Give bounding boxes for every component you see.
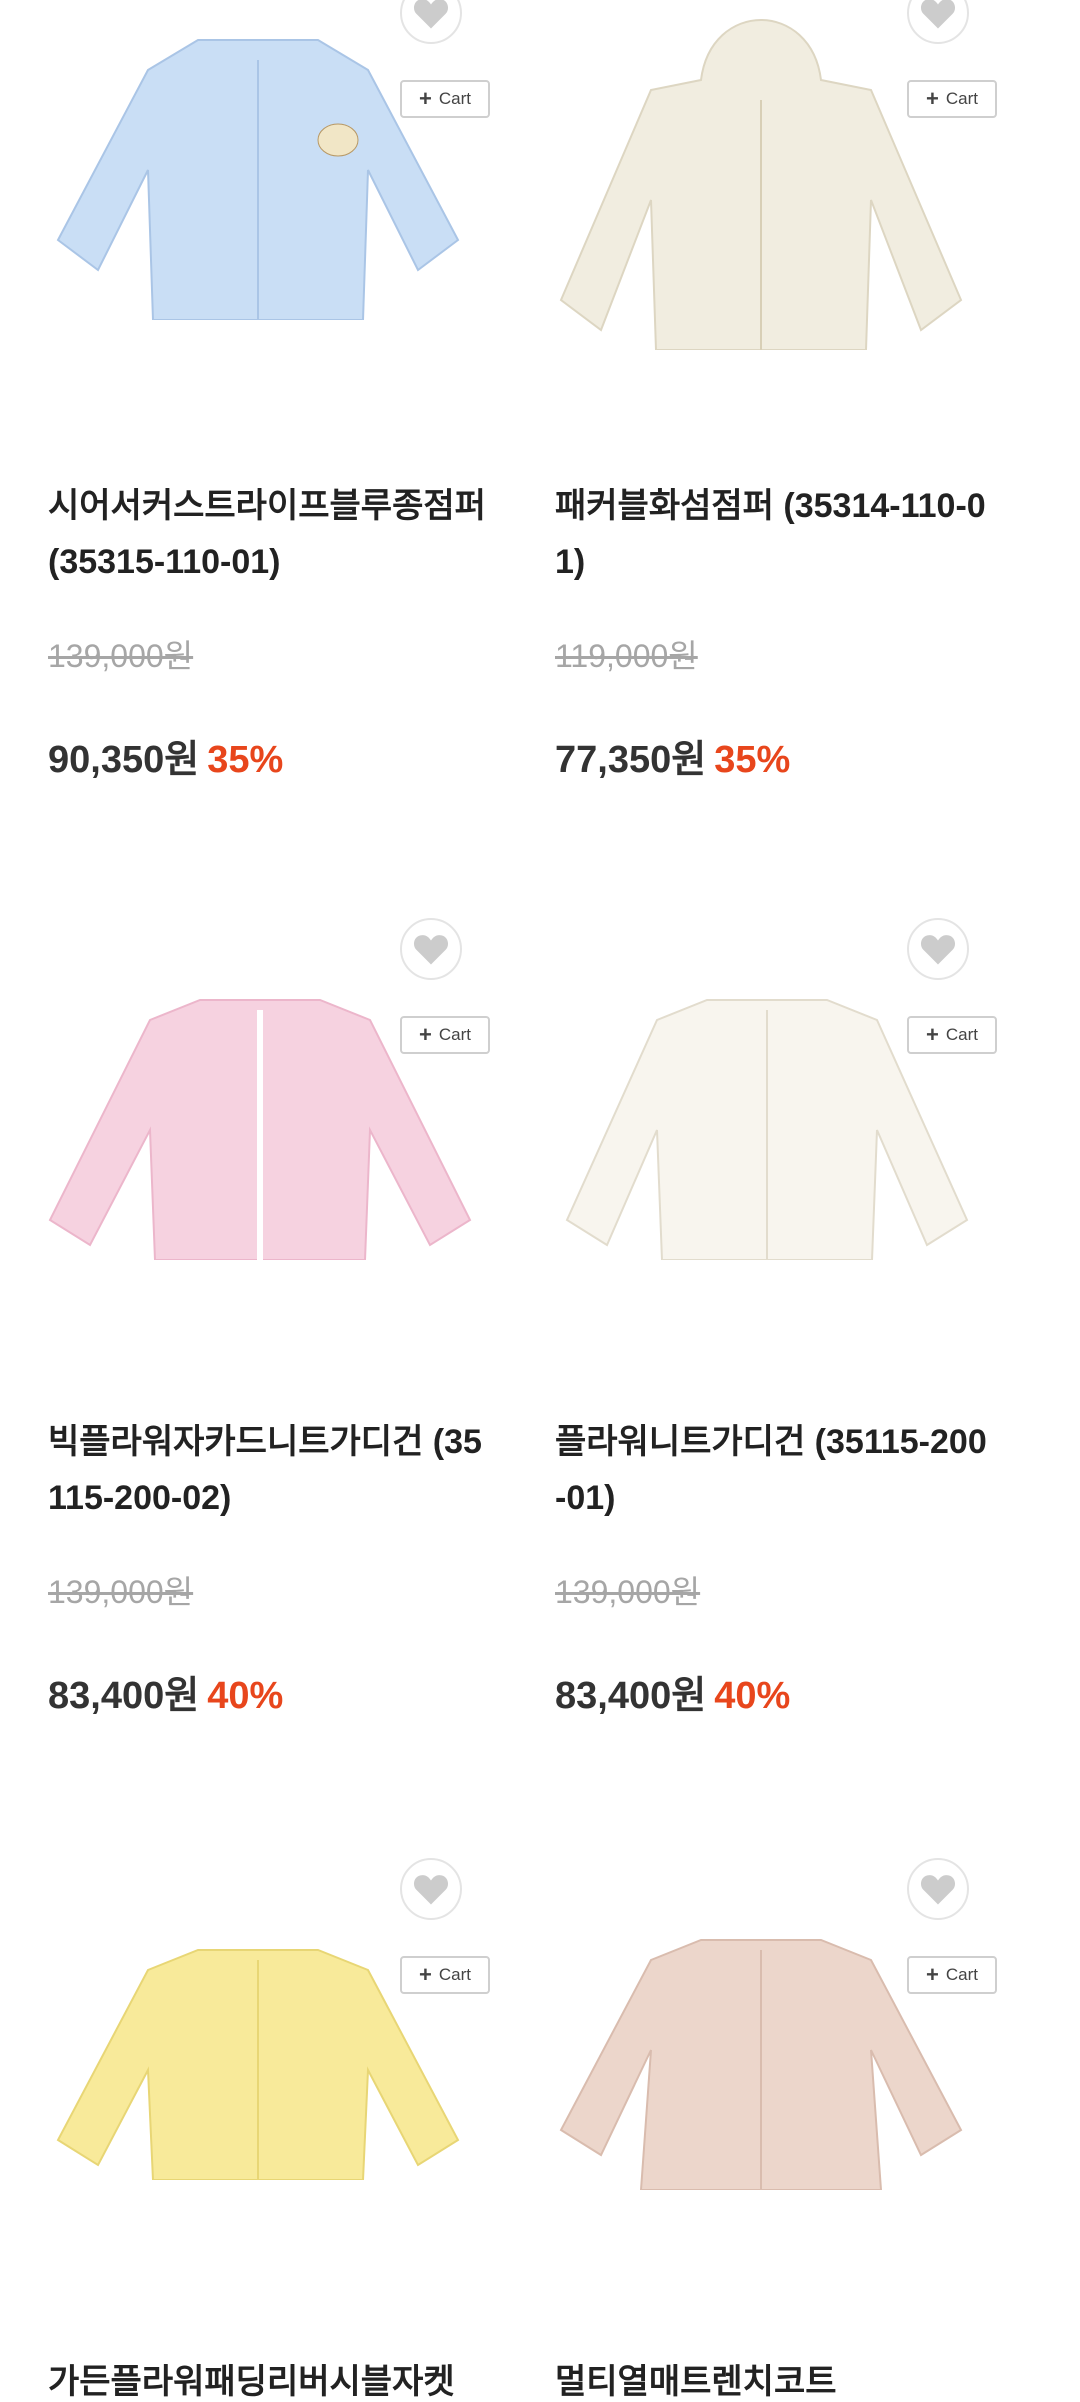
cart-button-label: Cart [945,89,978,108]
heart-icon [920,1875,956,1905]
wishlist-heart-button[interactable] [400,918,462,980]
product-card[interactable]: + Cart 시어서커스트라이프블루종점퍼 (35315-110-01) 139,… [0,0,507,900]
plus-icon: + [926,1022,939,1047]
garment-patch [317,123,359,157]
sale-price-row: 77,350원 35% [555,728,790,783]
product-name[interactable]: 가든플라워패딩리버시블자켓 [48,2354,488,2402]
cart-button-label: Cart [945,1025,978,1044]
sale-price-row: 83,400원 40% [555,1664,790,1719]
original-price: 139,000원 [48,1574,194,1610]
discount-rate: 35% [714,739,791,781]
product-image[interactable]: + Cart [507,900,1014,1320]
product-image[interactable]: + Cart [0,900,507,1320]
product-name[interactable]: 시어서커스트라이프블루종점퍼 (35315-110-01) [48,478,488,590]
product-name[interactable]: 빅플라워자카드니트가디건 (35115-200-02) [48,1414,488,1526]
sale-price: 83,400원 [48,1675,200,1717]
original-price: 139,000원 [555,1574,701,1610]
original-price: 119,000원 [555,638,698,674]
cart-button-label: Cart [438,1965,471,1984]
jacket-image [559,19,963,350]
heart-icon [413,0,449,29]
add-to-cart-button[interactable]: + Cart [907,1956,997,1994]
product-image[interactable]: + Cart [0,0,507,420]
plus-icon: + [926,1962,939,1987]
discount-rate: 40% [207,1675,284,1717]
sale-price: 90,350원 [48,739,200,781]
sale-price: 83,400원 [555,1675,707,1717]
cart-button-label: Cart [945,1965,978,1984]
sale-price-row: 83,400원 40% [48,1664,283,1719]
discount-rate: 40% [714,1675,791,1717]
plus-icon: + [926,86,939,111]
heart-icon [920,0,956,29]
add-to-cart-button[interactable]: + Cart [400,80,490,118]
product-card[interactable]: + Cart 패커블화섬점퍼 (35314-110-01) 119,000원 77… [507,0,1014,900]
jacket-image [56,39,460,320]
product-image[interactable]: + Cart [507,0,1014,420]
plus-icon: + [419,86,432,111]
product-card[interactable]: + Cart 가든플라워패딩리버시블자켓 [0,1840,507,2402]
heart-icon [920,935,956,965]
product-grid: + Cart 시어서커스트라이프블루종점퍼 (35315-110-01) 139,… [0,0,1080,2402]
sale-price: 77,350원 [555,739,707,781]
discount-rate: 35% [207,739,284,781]
product-name[interactable]: 패커블화섬점퍼 (35314-110-01) [555,478,995,590]
original-price: 139,000원 [48,638,194,674]
product-name[interactable]: 멀티열매트렌치코트 [555,2354,995,2402]
plus-icon: + [419,1962,432,1987]
cart-button-label: Cart [438,89,471,108]
product-card[interactable]: + Cart 빅플라워자카드니트가디건 (35115-200-02) 139,00… [0,900,507,1840]
add-to-cart-button[interactable]: + Cart [400,1956,490,1994]
wishlist-heart-button[interactable] [400,1858,462,1920]
heart-icon [413,1875,449,1905]
add-to-cart-button[interactable]: + Cart [907,1016,997,1054]
product-card[interactable]: + Cart 플라워니트가디건 (35115-200-01) 139,000원 8… [507,900,1014,1840]
product-image[interactable]: + Cart [507,1840,1014,2260]
sale-price-row: 90,350원 35% [48,728,283,783]
wishlist-heart-button[interactable] [907,918,969,980]
heart-icon [413,935,449,965]
plus-icon: + [419,1022,432,1047]
wishlist-heart-button[interactable] [907,1858,969,1920]
product-name[interactable]: 플라워니트가디건 (35115-200-01) [555,1414,995,1526]
add-to-cart-button[interactable]: + Cart [907,80,997,118]
add-to-cart-button[interactable]: + Cart [400,1016,490,1054]
product-image[interactable]: + Cart [0,1840,507,2260]
cart-button-label: Cart [438,1025,471,1044]
product-card[interactable]: + Cart 멀티열매트렌치코트 [507,1840,1014,2402]
